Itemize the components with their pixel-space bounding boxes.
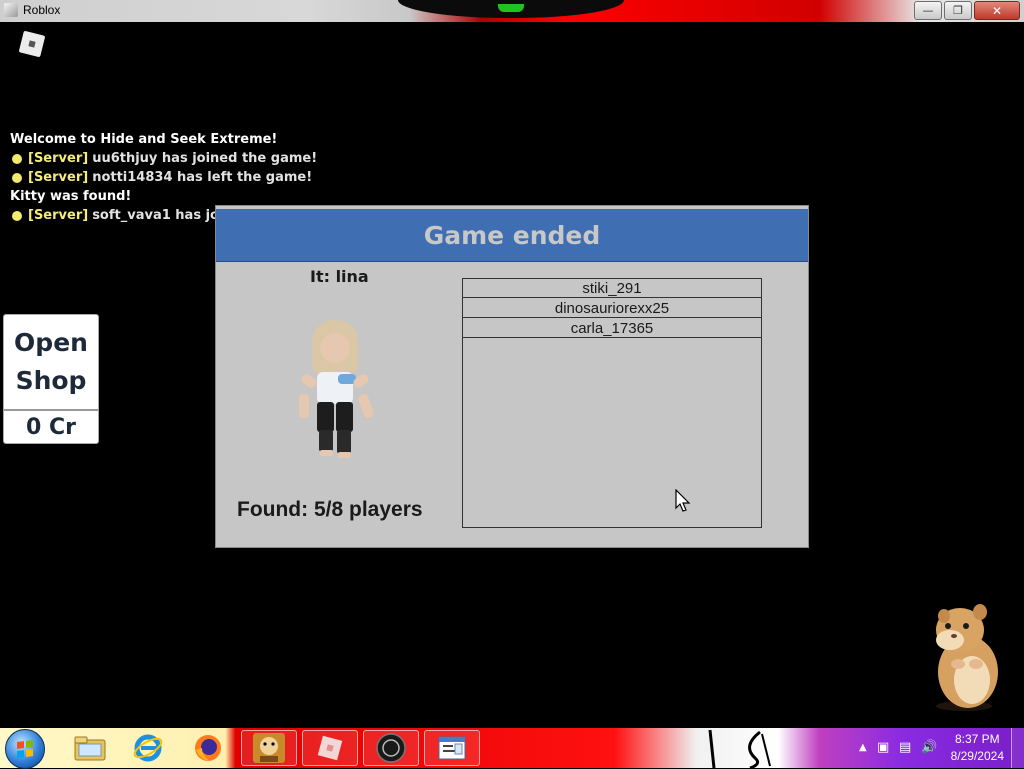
player-list-item: stiki_291 xyxy=(463,279,761,298)
windows-logo-icon xyxy=(17,740,33,758)
roblox-app-icon xyxy=(4,3,18,17)
it-player-label: It: lina xyxy=(310,267,369,286)
taskbar: ▲ ▣ ▤ 🔊 8:37 PM 8/29/2024 xyxy=(0,728,1024,769)
taskbar-firefox[interactable] xyxy=(180,730,236,766)
action-center-icon[interactable]: ▣ xyxy=(877,740,889,755)
restore-button[interactable]: ❐ xyxy=(944,1,972,20)
start-button[interactable] xyxy=(5,729,45,769)
minimize-icon: — xyxy=(922,4,934,17)
it-player-avatar xyxy=(299,320,374,458)
chat-message-text: notti14834 has left the game! xyxy=(92,170,313,185)
open-shop-label-line2: Shop xyxy=(15,366,87,395)
dialog-title: Game ended xyxy=(423,220,601,250)
credits-display: 0 Cr xyxy=(26,414,76,440)
server-dot-icon xyxy=(12,172,22,183)
dialog-header: Game ended xyxy=(216,209,808,262)
taskbar-wallpaper-scribble xyxy=(708,729,771,768)
notepad-icon xyxy=(438,736,466,760)
folder-icon xyxy=(74,736,106,761)
chat-message-text: Kitty was found! xyxy=(10,189,132,204)
close-icon: ✕ xyxy=(991,3,1003,18)
open-shop-button[interactable]: Open Shop xyxy=(4,315,98,411)
hamster-gadget-icon xyxy=(936,604,998,711)
system-tray: ▲ ▣ ▤ 🔊 8:37 PM 8/29/2024 xyxy=(849,728,1024,768)
chat-server-tag: [Server] xyxy=(28,151,89,166)
roblox-icon xyxy=(317,735,343,761)
firefox-icon xyxy=(195,735,221,761)
taskbar-notepad[interactable] xyxy=(424,730,480,766)
window-title: Roblox xyxy=(23,3,61,17)
game-ended-dialog: Game ended It: lina Found: 5/8 players s… xyxy=(215,205,809,548)
show-desktop-button[interactable] xyxy=(1011,728,1024,768)
chat-server-tag: [Server] xyxy=(28,208,89,223)
taskbar-explorer[interactable] xyxy=(62,730,118,766)
open-shop-label-line1: Open xyxy=(14,328,88,357)
chat-message: [Server] notti14834 has left the game! xyxy=(10,168,331,187)
chat-message-text: Welcome to Hide and Seek Extreme! xyxy=(10,132,278,147)
server-dot-icon xyxy=(12,210,22,221)
shop-panel: Open Shop 0 Cr xyxy=(3,314,99,444)
player-list-item: carla_17365 xyxy=(463,319,761,338)
chat-message-text: uu6thjuy has joined the game! xyxy=(92,151,318,166)
taskbar-internet-explorer[interactable] xyxy=(120,730,176,766)
chat-message: [Server] uu6thjuy has joined the game! xyxy=(10,149,331,168)
taskbar-roblox[interactable] xyxy=(302,730,358,766)
found-count: Found: 5/8 players xyxy=(237,498,423,521)
internet-explorer-icon xyxy=(133,734,163,762)
clock-date: 8/29/2024 xyxy=(950,749,1004,763)
window-controls: — ❐ ✕ xyxy=(914,1,1020,20)
taskbar-boxing-hamster-game[interactable] xyxy=(241,730,297,766)
w3d-app-icon xyxy=(376,733,406,763)
minimize-button[interactable]: — xyxy=(914,1,942,20)
roblox-menu-icon[interactable] xyxy=(18,30,46,58)
hamster-box-icon xyxy=(253,733,285,763)
mouse-cursor-icon xyxy=(675,489,691,512)
chat-message: Kitty was found! xyxy=(10,187,331,206)
player-list[interactable]: stiki_291 dinosauriorexx25 carla_17365 xyxy=(462,278,762,528)
show-hidden-icons-icon[interactable]: ▲ xyxy=(859,742,867,753)
server-dot-icon xyxy=(12,153,22,164)
volume-icon[interactable]: 🔊 xyxy=(921,740,937,755)
window-titlebar: Roblox — ❐ ✕ xyxy=(0,0,1024,22)
titlebar-decoration xyxy=(398,0,624,18)
close-button[interactable]: ✕ xyxy=(974,1,1020,20)
taskbar-w3d-app[interactable] xyxy=(363,730,419,766)
chat-server-tag: [Server] xyxy=(28,170,89,185)
clock-time: 8:37 PM xyxy=(954,732,1000,746)
restore-icon: ❐ xyxy=(953,4,963,17)
network-icon[interactable]: ▤ xyxy=(899,740,911,755)
taskbar-clock[interactable]: 8:37 PM 8/29/2024 xyxy=(951,731,1004,765)
player-list-item: dinosauriorexx25 xyxy=(463,299,761,318)
chat-message: Welcome to Hide and Seek Extreme! xyxy=(10,130,331,149)
